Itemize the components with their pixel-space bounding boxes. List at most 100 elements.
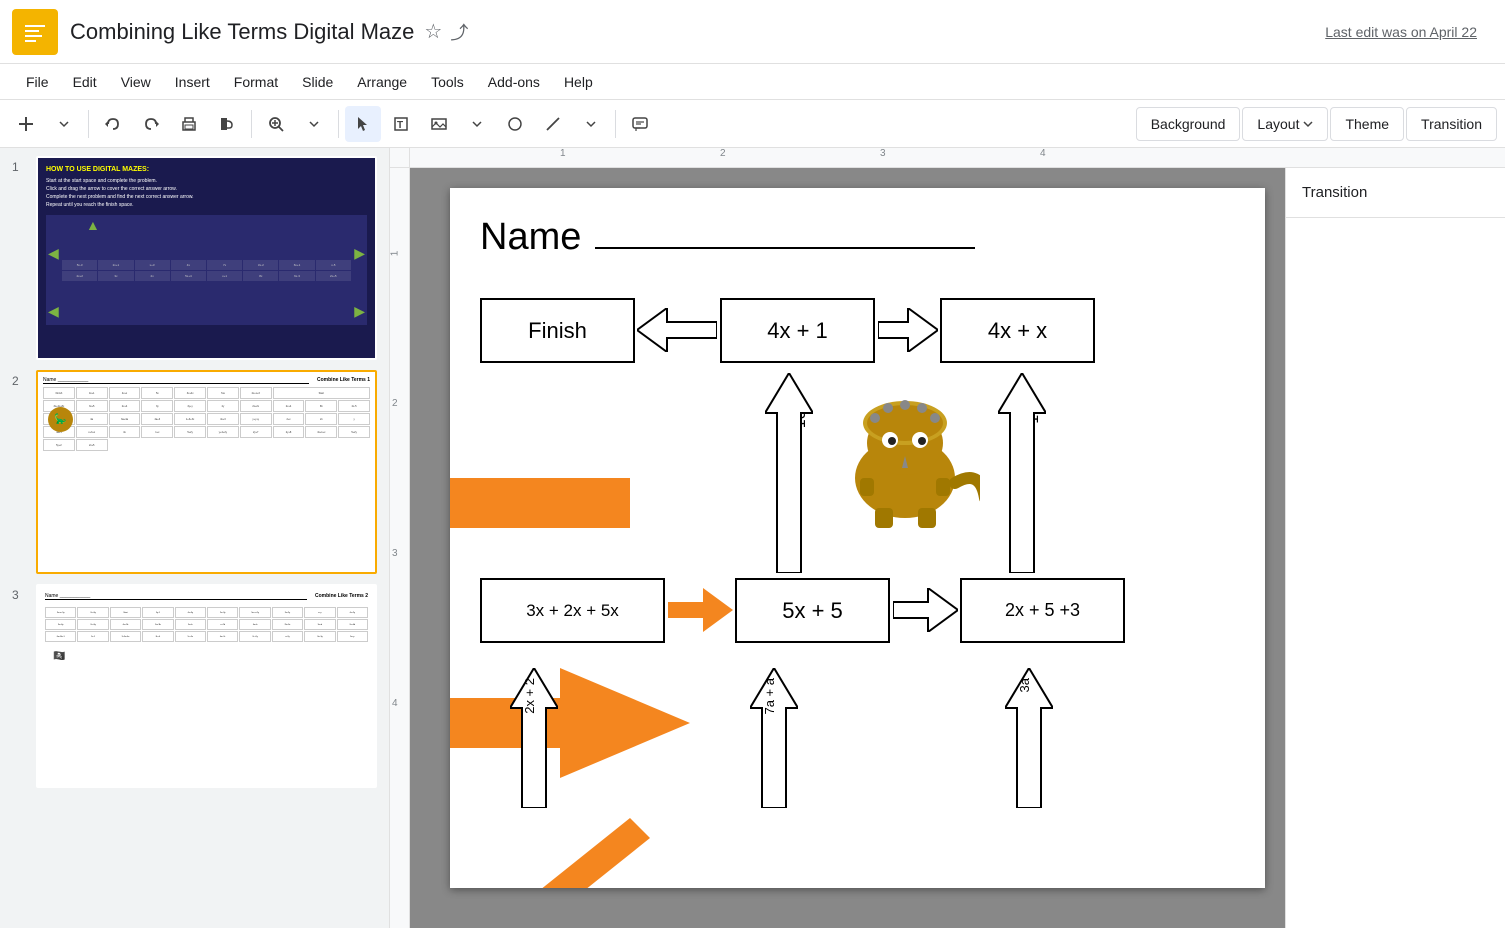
svg-text:T: T — [397, 120, 403, 131]
menu-insert[interactable]: Insert — [165, 70, 220, 94]
label-2x2: 2x + 2 — [522, 678, 537, 714]
last-edit: Last edit was on April 22 — [1325, 24, 1477, 40]
add-dropdown-button[interactable] — [46, 106, 82, 142]
name-label: Name — [480, 216, 581, 259]
print-button[interactable] — [171, 106, 207, 142]
finish-box: Finish — [480, 298, 635, 363]
up-arrow-right — [998, 373, 1046, 578]
zoom-dropdown[interactable] — [296, 106, 332, 142]
app-logo — [12, 9, 58, 55]
slide1-title: HOW TO USE DIGITAL MAZES: — [46, 166, 367, 173]
text-tool[interactable]: T — [383, 106, 419, 142]
slide-item-2: 2 Name ___________ Combine Like Terms 1 … — [12, 370, 377, 574]
green-arrow-bottom-right: ▶ — [354, 303, 365, 320]
editor-area: 1 2 3 4 1 2 3 4 Name — [390, 148, 1505, 928]
share-icon[interactable]: ⤴ — [450, 19, 468, 45]
line-tool[interactable] — [535, 106, 571, 142]
undo-button[interactable] — [95, 106, 131, 142]
separator-3 — [338, 110, 339, 138]
editor-main: 1 2 3 4 Name Finish — [390, 168, 1505, 928]
box-5x5: 5x + 5 — [735, 578, 890, 643]
name-underline — [595, 247, 975, 249]
menu-addons[interactable]: Add-ons — [478, 70, 550, 94]
slide2-header-row: Name ___________ Combine Like Terms 1 — [43, 377, 370, 384]
menu-view[interactable]: View — [111, 70, 161, 94]
menu-help[interactable]: Help — [554, 70, 603, 94]
slide-number-1: 1 — [12, 156, 28, 174]
slide3-name: Name ___________ — [45, 593, 307, 600]
slide3-maze: 3x+x+5y 2x+3y Start 5y-1 4x+3y 2x+3y 5x+… — [43, 605, 370, 644]
horizontal-ruler: 1 2 3 4 — [390, 148, 1505, 168]
canvas-area: Name Finish — [410, 168, 1285, 928]
menu-arrange[interactable]: Arrange — [347, 70, 417, 94]
zoom-button[interactable] — [258, 106, 294, 142]
menu-format[interactable]: Format — [224, 70, 288, 94]
comment-button[interactable] — [622, 106, 658, 142]
right-panel-content — [1286, 218, 1505, 250]
transition-button[interactable]: Transition — [1406, 107, 1497, 141]
arrow-5x5-to-2x5 — [893, 588, 958, 637]
title-bar: Combining Like Terms Digital Maze ☆ ⤴ La… — [0, 0, 1505, 64]
menu-tools[interactable]: Tools — [421, 70, 474, 94]
background-button[interactable]: Background — [1136, 107, 1241, 141]
slide2-combine: Combine Like Terms 1 — [317, 377, 370, 384]
redo-button[interactable] — [133, 106, 169, 142]
menu-file[interactable]: File — [16, 70, 59, 94]
box-4x1: 4x + 1 — [720, 298, 875, 363]
menu-slide[interactable]: Slide — [292, 70, 343, 94]
box-4xx: 4x + x — [940, 298, 1095, 363]
dino-image — [820, 373, 990, 533]
separator-2 — [251, 110, 252, 138]
arrow-between-top — [878, 308, 938, 357]
slide1-steps: Start at the start space and complete th… — [46, 177, 367, 209]
box-2x53: 2x + 5 +3 — [960, 578, 1125, 643]
shape-tool[interactable] — [497, 106, 533, 142]
right-panel-title: Transition — [1286, 168, 1505, 218]
paint-format-button[interactable] — [209, 106, 245, 142]
theme-button[interactable]: Theme — [1330, 107, 1404, 141]
large-orange-arrow-left[interactable] — [450, 448, 630, 563]
arrow-to-5x5 — [668, 588, 733, 637]
slide-thumb-1[interactable]: HOW TO USE DIGITAL MAZES: Start at the s… — [36, 156, 377, 360]
large-orange-arrow-right[interactable] — [450, 668, 690, 783]
slide-thumb-3[interactable]: Name ___________ Combine Like Terms 2 3x… — [36, 584, 377, 788]
menu-edit[interactable]: Edit — [63, 70, 107, 94]
separator-1 — [88, 110, 89, 138]
separator-4 — [615, 110, 616, 138]
up-arrow-left — [765, 373, 813, 578]
green-arrow-top: ▲ — [86, 217, 100, 233]
green-arrow-bottom-left: ◀ — [48, 303, 59, 320]
slide2-maze-grid: Finish 4x+1 4x+x 5x 3x+4x 7ax 2x+x+3 Sta… — [43, 387, 370, 451]
maze-grid: 5x-3 2x+1 x+3 4x 7x 3x-2 6x+1 x-5 4x+2 3… — [62, 260, 351, 281]
slide3-combine: Combine Like Terms 2 — [315, 593, 368, 600]
slide-item-1: 1 HOW TO USE DIGITAL MAZES: Start at the… — [12, 156, 377, 360]
green-arrow-left: ◀ — [48, 245, 59, 262]
box-3x2x5x: 3x + 2x + 5x — [480, 578, 665, 643]
select-tool[interactable] — [345, 106, 381, 142]
name-section: Name — [480, 216, 975, 259]
line-dropdown[interactable] — [573, 106, 609, 142]
slide-number-3: 3 — [12, 584, 28, 602]
slide2-name: Name ___________ — [43, 377, 309, 384]
slide-item-3: 3 Name ___________ Combine Like Terms 2 … — [12, 584, 377, 788]
arrow-to-finish — [637, 308, 717, 357]
add-button[interactable] — [8, 106, 44, 142]
right-panel: Transition — [1285, 168, 1505, 928]
title-icons: ☆ ⤴ — [424, 19, 468, 45]
large-orange-arrow-diagonal[interactable] — [450, 818, 650, 888]
slide3-dino-thumb: 🏴‍☠️ — [53, 651, 65, 662]
slide-thumb-2[interactable]: Name ___________ Combine Like Terms 1 Fi… — [36, 370, 377, 574]
vertical-ruler: 1 2 3 4 — [390, 168, 410, 928]
slides-panel: 1 HOW TO USE DIGITAL MAZES: Start at the… — [0, 148, 390, 928]
label-3a: 3a — [1017, 678, 1032, 692]
slide2-dino-thumb: 🦕 — [48, 407, 73, 432]
green-arrow-right: ▶ — [354, 245, 365, 262]
slide-canvas[interactable]: Name Finish — [450, 188, 1265, 888]
image-dropdown[interactable] — [459, 106, 495, 142]
image-tool[interactable] — [421, 106, 457, 142]
layout-button[interactable]: Layout — [1242, 107, 1328, 141]
menu-bar: File Edit View Insert Format Slide Arran… — [0, 64, 1505, 100]
ruler-tick-4: 4 — [1040, 148, 1046, 159]
slide1-maze: 5x-3 2x+1 x+3 4x 7x 3x-2 6x+1 x-5 4x+2 3… — [46, 215, 367, 325]
star-icon[interactable]: ☆ — [424, 19, 442, 44]
